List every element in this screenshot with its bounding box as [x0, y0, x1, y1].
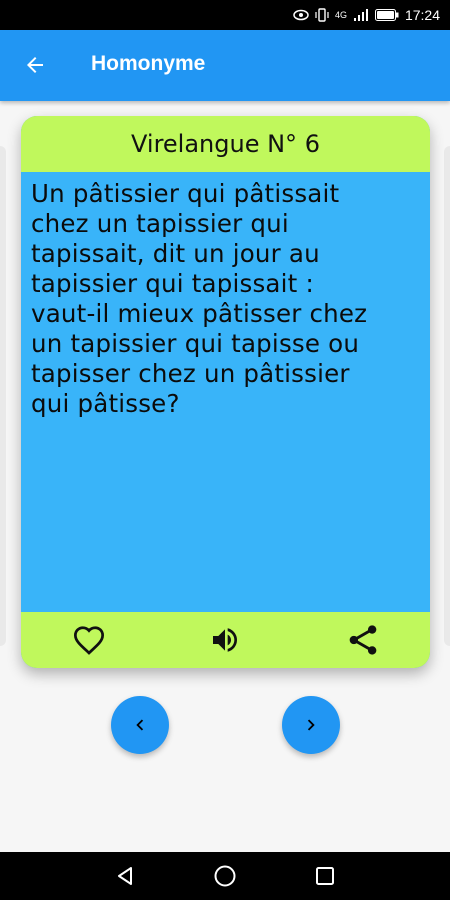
text-line: chez un tapissier qui	[31, 209, 289, 238]
text-line: Un pâtissier qui pâtissait	[31, 179, 340, 208]
play-audio-button[interactable]	[203, 618, 247, 662]
text-line: tapissier qui tapissait :	[31, 269, 314, 298]
text-line: tapissait, dit un jour au	[31, 239, 320, 268]
system-recents-button[interactable]	[310, 861, 340, 891]
chevron-right-icon	[307, 719, 315, 731]
card-footer	[21, 612, 430, 668]
app-bar: Homonyme	[0, 30, 450, 101]
previous-button[interactable]	[111, 696, 169, 754]
card-title: Virelangue N° 6	[131, 130, 320, 158]
text-line: tapisser chez un pâtissier	[31, 359, 350, 388]
next-card-peek[interactable]	[444, 146, 450, 646]
page-title: Homonyme	[91, 52, 206, 75]
favorite-icon	[73, 626, 105, 655]
card-text: Un pâtissier qui pâtissait chez un tapis…	[31, 179, 423, 419]
status-icons: 4G 17:24	[293, 6, 440, 24]
next-button[interactable]	[282, 696, 340, 754]
share-icon	[349, 625, 377, 655]
text-line: vaut-il mieux pâtisser chez	[31, 299, 368, 328]
favorite-button[interactable]	[67, 618, 111, 662]
text-line: un tapissier qui tapisse ou	[31, 329, 360, 358]
system-navigation-bar	[0, 852, 450, 900]
system-home-button[interactable]	[210, 861, 240, 891]
battery-icon	[374, 9, 399, 21]
tongue-twister-card: Virelangue N° 6 Un pâtissier qui pâtissa…	[21, 116, 430, 668]
share-button[interactable]	[341, 618, 385, 662]
signal-icon	[353, 8, 369, 22]
eye-icon	[293, 9, 309, 21]
previous-card-peek[interactable]	[0, 146, 6, 646]
network-type: 4G	[334, 10, 347, 20]
system-back-button[interactable]	[110, 861, 140, 891]
chevron-left-icon	[136, 719, 144, 731]
card-header: Virelangue N° 6	[21, 116, 430, 172]
home-circle-icon	[214, 865, 236, 887]
volume-icon	[213, 628, 237, 652]
vibrate-icon	[315, 8, 329, 22]
status-time: 17:24	[404, 7, 440, 23]
back-triangle-icon	[118, 867, 132, 885]
status-bar: 4G 17:24	[0, 0, 450, 30]
recents-square-icon	[316, 867, 334, 885]
text-line: qui pâtisse?	[31, 389, 180, 418]
arrow-back-icon	[27, 57, 43, 73]
back-button[interactable]	[14, 44, 56, 86]
